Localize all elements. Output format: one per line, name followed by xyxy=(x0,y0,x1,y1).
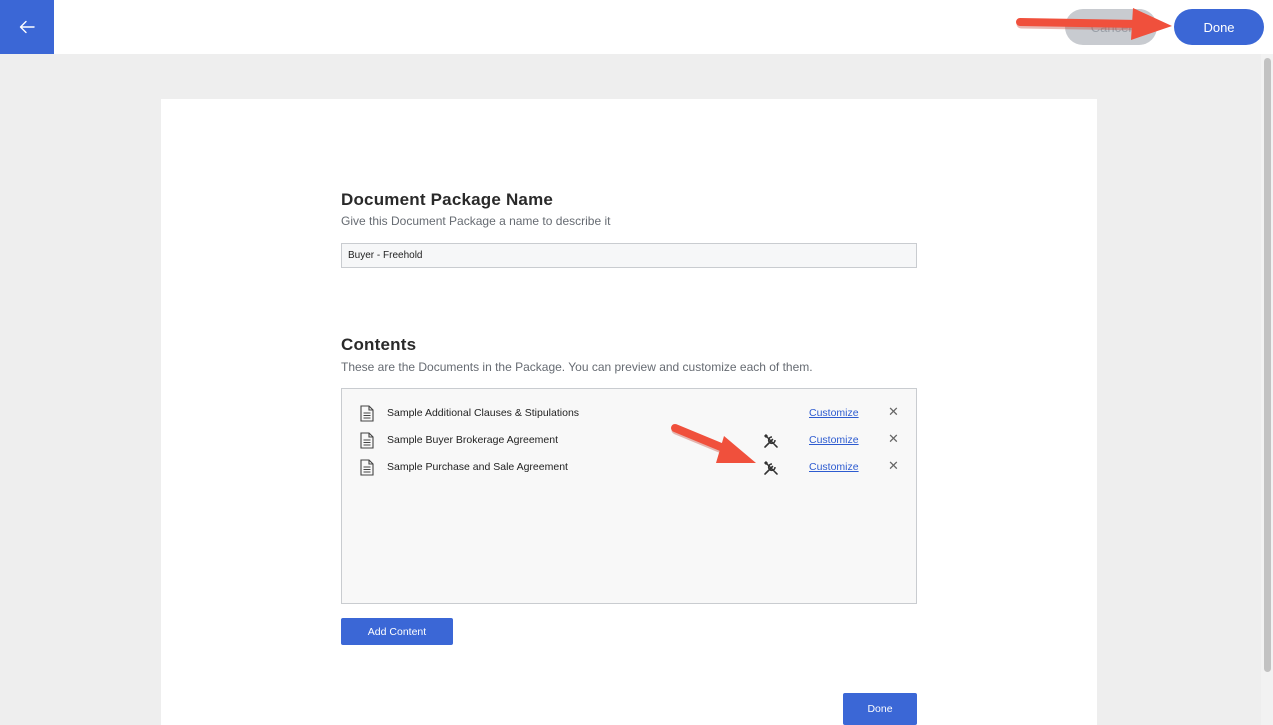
package-name-subtitle: Give this Document Package a name to des… xyxy=(341,214,611,228)
customize-link[interactable]: Customize xyxy=(809,434,859,446)
customize-link[interactable]: Customize xyxy=(809,407,859,419)
customized-tools-icon xyxy=(764,461,778,475)
remove-icon[interactable]: ✕ xyxy=(888,459,900,473)
document-row: Sample Buyer Brokerage Agreement Customi… xyxy=(342,430,916,452)
package-editor-card: Document Package Name Give this Document… xyxy=(161,99,1097,725)
contents-list: Sample Additional Clauses & Stipulations… xyxy=(341,388,917,604)
done-button-top[interactable]: Done xyxy=(1174,9,1264,45)
scrollbar-thumb[interactable] xyxy=(1264,58,1271,672)
package-name-input[interactable] xyxy=(341,243,917,268)
document-name[interactable]: Sample Buyer Brokerage Agreement xyxy=(387,434,558,446)
add-content-button[interactable]: Add Content xyxy=(341,618,453,645)
document-icon xyxy=(360,432,374,449)
document-icon xyxy=(360,405,374,422)
customized-tools-icon xyxy=(764,434,778,448)
document-name[interactable]: Sample Additional Clauses & Stipulations xyxy=(387,407,579,419)
document-row: Sample Additional Clauses & Stipulations… xyxy=(342,403,916,425)
document-row: Sample Purchase and Sale Agreement Custo… xyxy=(342,457,916,479)
arrow-left-icon xyxy=(19,20,35,34)
cancel-button[interactable]: Cancel xyxy=(1065,9,1157,45)
document-icon xyxy=(360,459,374,476)
document-name[interactable]: Sample Purchase and Sale Agreement xyxy=(387,461,568,473)
top-bar: Cancel Done xyxy=(0,0,1273,54)
remove-icon[interactable]: ✕ xyxy=(888,432,900,446)
package-name-title: Document Package Name xyxy=(341,190,554,209)
contents-subtitle: These are the Documents in the Package. … xyxy=(341,360,813,374)
contents-title: Contents xyxy=(341,335,417,354)
customize-link[interactable]: Customize xyxy=(809,461,859,473)
done-button-bottom[interactable]: Done xyxy=(843,693,917,725)
back-button[interactable] xyxy=(0,0,54,54)
remove-icon[interactable]: ✕ xyxy=(888,405,900,419)
